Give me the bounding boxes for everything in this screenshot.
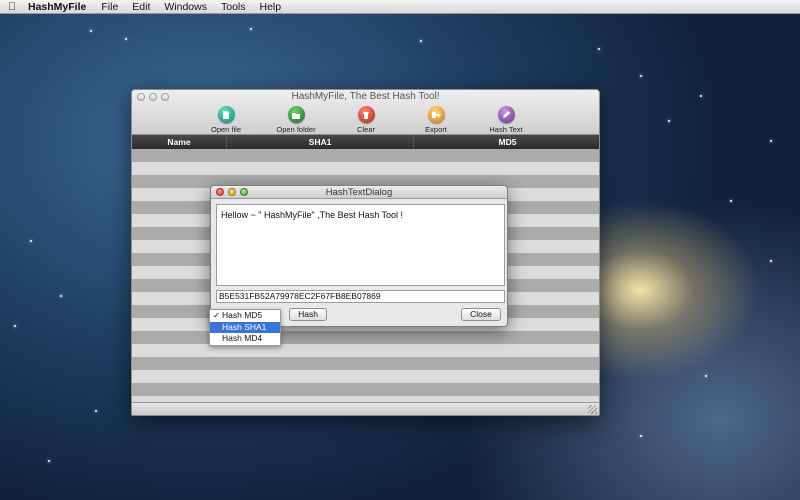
dialog-minimize-dot[interactable]: [228, 188, 236, 196]
resize-grip-icon[interactable]: [588, 405, 597, 414]
close-button[interactable]: Close: [461, 308, 501, 321]
menu-item-label: Hash SHA1: [222, 321, 267, 332]
dialog-zoom-dot[interactable]: [240, 188, 248, 196]
open-file-label: Open file: [210, 125, 242, 134]
column-header-sha1[interactable]: SHA1: [227, 135, 414, 149]
menu-app-name[interactable]: HashMyFile: [24, 0, 94, 14]
open-folder-label: Open folder: [276, 125, 316, 134]
text-input-area[interactable]: Hellow ~ " HashMyFile" ,The Best Hash To…: [216, 204, 505, 286]
menu-item-hash-sha1[interactable]: Hash SHA1: [210, 321, 280, 333]
export-button[interactable]: Export: [406, 106, 466, 134]
clear-label: Clear: [357, 125, 375, 134]
checkmark-icon: ✓: [213, 310, 221, 320]
column-header-md5[interactable]: MD5: [414, 135, 599, 149]
export-icon: [427, 106, 445, 123]
menu-item-label: Hash MD5: [222, 310, 263, 320]
menu-tools[interactable]: Tools: [214, 0, 253, 14]
window-title: HashMyFile, The Best Hash Tool!: [291, 91, 440, 102]
menu-bar:  HashMyFile File Edit Windows Tools Hel…: [0, 0, 800, 14]
pencil-icon: [497, 106, 515, 123]
hash-result-field[interactable]: B5E531FB52A79978EC2F67FB8EB07869: [216, 290, 505, 303]
menu-edit[interactable]: Edit: [125, 0, 157, 14]
clear-button[interactable]: Clear: [336, 106, 396, 134]
menu-item-label: Hash MD4: [222, 333, 263, 343]
hash-text-label: Hash Text: [489, 125, 523, 134]
trash-icon: [357, 106, 375, 123]
menu-windows[interactable]: Windows: [157, 0, 214, 14]
status-bar: [132, 402, 599, 415]
menu-help[interactable]: Help: [253, 0, 289, 14]
menu-item-hash-md4[interactable]: Hash MD4: [210, 333, 280, 345]
table-header: Name SHA1 MD5: [132, 135, 599, 149]
dialog-title: HashTextDialog: [325, 187, 393, 198]
open-folder-button[interactable]: Open folder: [266, 106, 326, 134]
toolbar: Open file Open folder Clear Export Hash …: [132, 106, 599, 134]
hash-text-button[interactable]: Hash Text: [476, 106, 536, 134]
hash-button[interactable]: Hash: [289, 308, 327, 321]
dialog-close-dot[interactable]: [216, 188, 224, 196]
menu-file[interactable]: File: [94, 0, 125, 14]
dialog-titlebar[interactable]: HashTextDialog: [211, 186, 507, 199]
open-file-button[interactable]: Open file: [196, 106, 256, 134]
hash-algorithm-menu: ✓ Hash MD5 Hash SHA1 Hash MD4: [209, 309, 281, 346]
dialog-window-controls: [216, 188, 248, 196]
column-header-name[interactable]: Name: [132, 135, 227, 149]
open-file-icon: [217, 106, 235, 123]
export-label: Export: [425, 125, 447, 134]
apple-menu-icon[interactable]: : [0, 0, 24, 14]
window-titlebar[interactable]: HashMyFile, The Best Hash Tool! Open fil…: [132, 90, 599, 135]
open-folder-icon: [287, 106, 305, 123]
hash-text-dialog: HashTextDialog Hellow ~ " HashMyFile" ,T…: [210, 185, 508, 327]
menu-item-hash-md5[interactable]: ✓ Hash MD5: [210, 310, 280, 322]
